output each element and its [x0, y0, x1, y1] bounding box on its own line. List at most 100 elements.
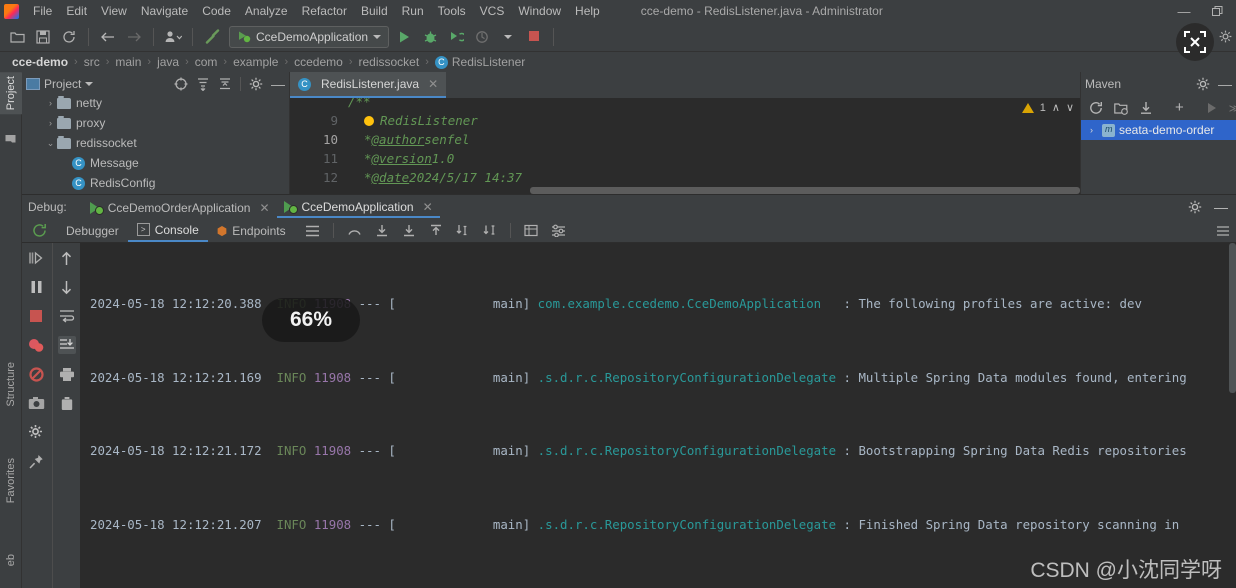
- tree-item-redissocket[interactable]: ⌄ redissocket: [22, 133, 289, 153]
- console-output[interactable]: 2024-05-18 12:12:20.388 INFO 11908 --- […: [80, 243, 1236, 588]
- profile-icon[interactable]: [162, 26, 184, 48]
- project-panel-title-group[interactable]: Project: [26, 77, 94, 91]
- clear-all-icon[interactable]: [58, 394, 76, 412]
- chevron-right-icon[interactable]: ›: [1085, 125, 1098, 135]
- sidebar-item-project[interactable]: Project: [0, 72, 22, 115]
- console-scrollbar[interactable]: [1229, 243, 1236, 393]
- chevron-down-icon[interactable]: ⌄: [44, 138, 57, 149]
- tab-endpoints[interactable]: ⬢ Endpoints: [208, 221, 295, 241]
- close-icon[interactable]: ✕: [428, 77, 438, 91]
- scroll-to-end-icon[interactable]: [57, 336, 76, 354]
- close-icon[interactable]: ✕: [423, 200, 433, 214]
- force-step-into-icon[interactable]: [402, 224, 416, 237]
- gear-icon[interactable]: [249, 77, 263, 91]
- reload-icon[interactable]: [1089, 101, 1103, 115]
- previous-warning-icon[interactable]: ∧: [1052, 101, 1060, 114]
- hide-panel-icon[interactable]: —: [1214, 199, 1228, 215]
- breadcrumb-item-main[interactable]: main: [111, 55, 145, 69]
- run-icon[interactable]: [393, 26, 415, 48]
- chevron-down-icon-2[interactable]: [497, 26, 519, 48]
- menu-help[interactable]: Help: [568, 2, 607, 20]
- menu-run[interactable]: Run: [395, 2, 431, 20]
- step-over-icon[interactable]: [347, 225, 362, 237]
- debug-session-tab-ccedemoorderapplication[interactable]: CceDemoOrderApplication ✕: [83, 198, 277, 217]
- gear-icon[interactable]: [1196, 77, 1210, 91]
- view-breakpoints-icon[interactable]: [27, 336, 45, 354]
- menu-build[interactable]: Build: [354, 2, 395, 20]
- screenshot-capture-icon[interactable]: [1176, 23, 1214, 61]
- run-configuration-selector[interactable]: CceDemoApplication: [229, 25, 390, 48]
- breadcrumb-item-example[interactable]: example: [229, 55, 282, 69]
- menu-file[interactable]: File: [26, 2, 59, 20]
- locate-file-icon[interactable]: [174, 77, 188, 91]
- up-arrow-icon[interactable]: [58, 249, 76, 267]
- breadcrumb-item-java[interactable]: java: [153, 55, 183, 69]
- run-to-cursor-icon[interactable]: [456, 224, 470, 237]
- tree-item-redisconfig[interactable]: C RedisConfig: [22, 173, 289, 193]
- save-icon[interactable]: [32, 26, 54, 48]
- pin-tab-icon[interactable]: [27, 452, 45, 470]
- tab-debugger[interactable]: Debugger: [57, 221, 128, 241]
- inspection-widget[interactable]: 1 ∧ ∨: [1021, 101, 1074, 114]
- chevron-right-icon[interactable]: ›: [44, 98, 57, 108]
- code-view[interactable]: /** 9 RedisListener 10 * @author senfel …: [290, 98, 1080, 194]
- mute-breakpoints-icon[interactable]: [27, 365, 45, 383]
- menu-window[interactable]: Window: [511, 2, 568, 20]
- hide-panel-icon[interactable]: —: [1218, 76, 1232, 92]
- menu-refactor[interactable]: Refactor: [295, 2, 354, 20]
- debug-session-tab-ccedemoapplication[interactable]: CceDemoApplication ✕: [276, 197, 440, 218]
- close-icon[interactable]: ✕: [259, 201, 269, 215]
- tree-item-netty[interactable]: › netty: [22, 96, 289, 113]
- sidebar-item-favorites[interactable]: Favorites: [0, 454, 22, 507]
- menu-navigate[interactable]: Navigate: [134, 2, 195, 20]
- sidebar-item-structure[interactable]: Structure: [0, 358, 22, 411]
- tree-item-message[interactable]: C Message: [22, 153, 289, 173]
- screenshot-icon[interactable]: [27, 394, 45, 412]
- tab-console[interactable]: > Console: [127, 220, 208, 242]
- down-arrow-icon[interactable]: [58, 278, 76, 296]
- rerun-icon[interactable]: [26, 223, 57, 238]
- intention-bulb-icon[interactable]: [364, 115, 374, 126]
- download-sources-icon[interactable]: [1139, 101, 1153, 115]
- evaluate-expression-icon[interactable]: [483, 224, 497, 237]
- tree-item-proxy[interactable]: › proxy: [22, 113, 289, 133]
- breadcrumb-item-ccedemo[interactable]: ccedemo: [290, 55, 347, 69]
- menu-analyze[interactable]: Analyze: [238, 2, 295, 20]
- breadcrumb-item-project[interactable]: cce-demo: [8, 55, 72, 69]
- menu-vcs[interactable]: VCS: [473, 2, 512, 20]
- menu-edit[interactable]: Edit: [59, 2, 94, 20]
- hide-panel-icon[interactable]: —: [271, 76, 285, 92]
- print-icon[interactable]: [58, 365, 76, 383]
- sync-icon[interactable]: [58, 26, 80, 48]
- horizontal-scrollbar[interactable]: [530, 187, 1080, 194]
- editor-tab-redislistener[interactable]: C RedisListener.java ✕: [290, 72, 447, 98]
- table-icon[interactable]: [524, 224, 538, 237]
- soft-wrap-icon[interactable]: [58, 307, 76, 325]
- breadcrumb-item-com[interactable]: com: [191, 55, 222, 69]
- settings-icon[interactable]: [27, 423, 45, 441]
- resume-program-icon[interactable]: [27, 249, 45, 267]
- menu-icon[interactable]: [305, 225, 320, 237]
- expand-all-icon[interactable]: [196, 77, 210, 91]
- stop-icon[interactable]: [523, 26, 545, 48]
- maven-project-item[interactable]: › seata-demo-order: [1081, 120, 1236, 140]
- gear-icon[interactable]: [1219, 30, 1232, 43]
- menu-code[interactable]: Code: [195, 2, 238, 20]
- open-folder-icon[interactable]: [6, 26, 28, 48]
- restore-button[interactable]: [1212, 5, 1232, 17]
- debug-icon[interactable]: [419, 26, 441, 48]
- chevron-right-icon[interactable]: ›: [44, 118, 57, 128]
- add-icon[interactable]: +: [1175, 100, 1184, 115]
- stop-icon[interactable]: [27, 307, 45, 325]
- step-out-icon[interactable]: [429, 224, 443, 237]
- step-into-icon[interactable]: [375, 224, 389, 237]
- breadcrumb-item-class[interactable]: C RedisListener: [431, 55, 529, 69]
- breadcrumb-item-src[interactable]: src: [80, 55, 104, 69]
- menu-view[interactable]: View: [94, 2, 134, 20]
- build-hammer-icon[interactable]: [201, 26, 223, 48]
- back-arrow-icon[interactable]: [97, 26, 119, 48]
- menu-tools[interactable]: Tools: [431, 2, 473, 20]
- breadcrumb-item-redissocket[interactable]: redissocket: [355, 55, 424, 69]
- more-options-icon[interactable]: [1216, 225, 1230, 237]
- settings-sliders-icon[interactable]: [551, 224, 566, 237]
